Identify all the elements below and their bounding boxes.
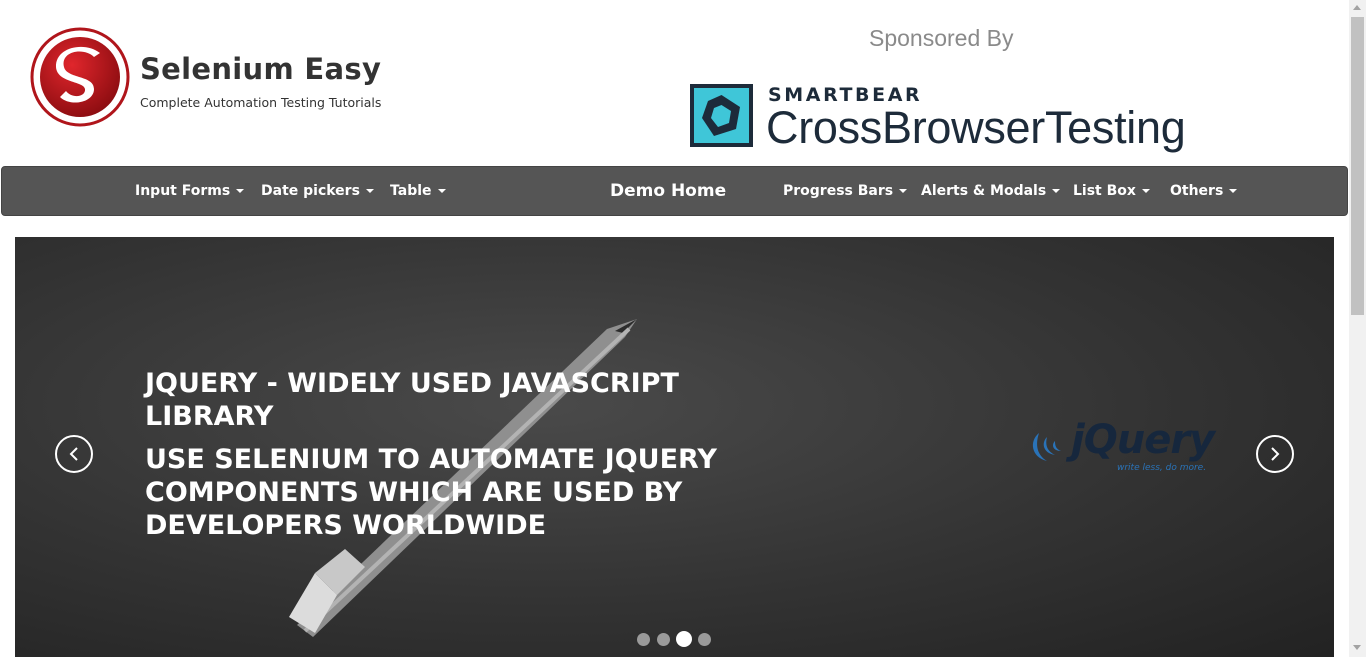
- page-scrollbar[interactable]: [1349, 0, 1366, 657]
- caret-down-icon: [365, 189, 374, 193]
- sponsor-product[interactable]: CrossBrowserTesting: [766, 102, 1186, 154]
- nav-list-box[interactable]: List Box: [1073, 167, 1150, 215]
- carousel-indicator[interactable]: [657, 633, 670, 646]
- nav-progress-bars-label: Progress Bars: [783, 183, 894, 199]
- nav-demo-home-label: Demo Home: [610, 181, 727, 201]
- carousel-next-button[interactable]: [1256, 435, 1294, 473]
- nav-input-forms[interactable]: Input Forms: [135, 167, 245, 215]
- sponsored-by-label: Sponsored By: [869, 25, 1014, 51]
- smartbear-icon[interactable]: [690, 84, 753, 147]
- site-header: Selenium Easy Complete Automation Testin…: [0, 0, 1349, 165]
- scroll-up-arrow-icon[interactable]: [1353, 5, 1361, 10]
- nav-demo-home[interactable]: Demo Home: [610, 167, 726, 215]
- caret-down-icon: [1229, 189, 1238, 193]
- carousel-prev-button[interactable]: [55, 435, 93, 473]
- chevron-right-icon: [1271, 447, 1280, 461]
- jquery-logo-text: jQuery: [1071, 417, 1215, 463]
- carousel-indicator[interactable]: [698, 633, 711, 646]
- nav-alerts-modals[interactable]: Alerts & Modals: [921, 167, 1061, 215]
- nav-list-box-label: List Box: [1073, 183, 1136, 199]
- nav-table-label: Table: [390, 183, 432, 199]
- site-title[interactable]: Selenium Easy: [140, 52, 381, 86]
- caret-down-icon: [236, 189, 245, 193]
- hero-carousel: JQUERY - WIDELY USED JAVASCRIPT LIBRARY …: [15, 237, 1334, 657]
- site-tagline: Complete Automation Testing Tutorials: [140, 95, 382, 110]
- jquery-swirl-icon: [1032, 433, 1061, 461]
- nav-progress-bars[interactable]: Progress Bars: [783, 167, 908, 215]
- nav-table[interactable]: Table: [390, 167, 446, 215]
- chevron-left-icon: [69, 447, 78, 461]
- scroll-down-arrow-icon[interactable]: [1353, 645, 1361, 650]
- selenium-easy-logo-icon[interactable]: [30, 27, 130, 127]
- caret-down-icon: [1052, 189, 1061, 193]
- main-navbar: Input Forms Date pickers Table Demo Home…: [1, 166, 1348, 216]
- nav-others-label: Others: [1170, 183, 1224, 199]
- slide-heading: JQUERY - WIDELY USED JAVASCRIPT LIBRARY: [145, 368, 679, 432]
- scroll-thumb[interactable]: [1351, 17, 1364, 315]
- carousel-indicator-active[interactable]: [676, 631, 692, 647]
- jquery-logo-icon: jQuery write less, do more.: [1029, 417, 1233, 479]
- jquery-logo-tagline: write less, do more.: [1117, 463, 1207, 473]
- nav-input-forms-label: Input Forms: [135, 183, 231, 199]
- caret-down-icon: [1141, 189, 1150, 193]
- nav-date-pickers-label: Date pickers: [261, 183, 360, 199]
- nav-others[interactable]: Others: [1170, 167, 1238, 215]
- caret-down-icon: [437, 189, 446, 193]
- slide-subheading: USE SELENIUM TO AUTOMATE JQUERY COMPONEN…: [145, 444, 717, 541]
- nav-date-pickers[interactable]: Date pickers: [261, 167, 374, 215]
- carousel-indicator[interactable]: [637, 633, 650, 646]
- nav-alerts-modals-label: Alerts & Modals: [921, 183, 1047, 199]
- caret-down-icon: [899, 189, 908, 193]
